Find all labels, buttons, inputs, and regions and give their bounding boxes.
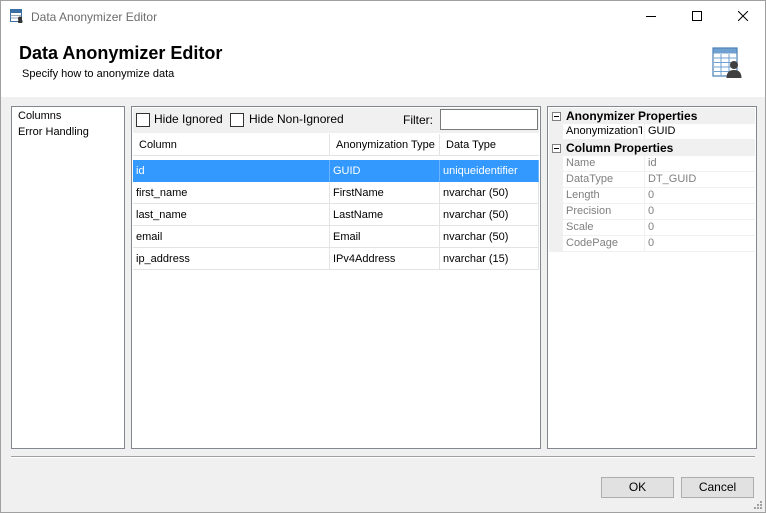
cell-data-type: nvarchar (50) [440,182,539,204]
column-header-data-type[interactable]: Data Type [440,134,539,156]
title-bar[interactable]: Data Anonymizer Editor [1,1,765,32]
nav-item-error-handling[interactable]: Error Handling [18,126,89,138]
property-row[interactable]: CodePage 0 [563,236,755,252]
cell-data-type: nvarchar (50) [440,226,539,248]
cell-data-type: uniqueidentifier [440,160,539,182]
close-button[interactable] [720,1,766,32]
cell-anonymization-type[interactable]: LastName [330,204,440,226]
category-label: Column Properties [566,141,674,155]
property-divider [644,236,645,251]
resize-grip-icon[interactable] [753,500,763,510]
property-row[interactable]: Precision 0 [563,204,755,220]
property-divider[interactable] [644,124,645,139]
cell-column[interactable]: last_name [133,204,330,226]
cell-data-type: nvarchar (50) [440,204,539,226]
property-divider [644,188,645,203]
app-icon [10,9,23,23]
hide-ignored-label[interactable]: Hide Ignored [154,112,223,126]
separator [11,456,755,458]
property-value: 0 [648,237,655,249]
cancel-button[interactable]: Cancel [681,477,754,498]
window-title: Data Anonymizer Editor [31,10,158,24]
grid-toolbar: Hide Ignored Hide Non-Ignored Filter: [133,108,539,133]
category-label: Anonymizer Properties [566,109,698,123]
column-header-column[interactable]: Column [133,134,330,156]
cell-column[interactable]: id [133,160,330,182]
cell-anonymization-type[interactable]: IPv4Address [330,248,440,270]
cell-anonymization-type[interactable]: Email [330,226,440,248]
property-name: CodePage [566,237,618,249]
filter-label: Filter: [403,113,433,127]
property-value: 0 [648,221,655,233]
property-grid-margin [549,108,563,252]
property-divider [644,156,645,171]
property-row[interactable]: Length 0 [563,188,755,204]
maximize-button[interactable] [674,1,720,32]
close-icon [738,11,748,21]
column-header-anonymization-type[interactable]: Anonymization Type [330,134,440,156]
property-name: AnonymizationTy [566,125,642,137]
page-subtitle: Specify how to anonymize data [22,68,175,80]
nav-item-columns[interactable]: Columns [18,110,61,122]
ok-button[interactable]: OK [601,477,674,498]
minimize-icon [646,16,656,17]
cell-data-type: nvarchar (15) [440,248,539,270]
property-value: 0 [648,205,655,217]
property-value: id [648,157,657,169]
property-value: 0 [648,189,655,201]
dialog-header: Data Anonymizer Editor Specify how to an… [1,32,765,97]
category-column-properties[interactable]: Column Properties [549,140,755,156]
property-value[interactable]: GUID [648,125,676,137]
property-row[interactable]: Name id [563,156,755,172]
property-row[interactable]: Scale 0 [563,220,755,236]
hide-non-ignored-checkbox[interactable] [230,113,244,127]
property-name: Precision [566,205,612,217]
cell-column[interactable]: ip_address [133,248,330,270]
cell-anonymization-type[interactable]: GUID [330,160,440,182]
collapse-icon[interactable] [552,144,561,153]
property-name: Length [566,189,600,201]
editor-window: Data Anonymizer Editor Data Anonymizer E… [0,0,766,513]
collapse-icon[interactable] [552,112,561,121]
columns-panel: Hide Ignored Hide Non-Ignored Filter: Co… [131,106,541,449]
maximize-icon [692,11,702,21]
category-anonymizer-properties[interactable]: Anonymizer Properties [549,108,755,124]
property-name: Scale [566,221,594,233]
property-name: DataType [566,173,614,185]
data-grid-user-icon [712,47,742,78]
filter-input[interactable] [440,109,538,130]
property-divider [644,204,645,219]
cell-column[interactable]: email [133,226,330,248]
navigation-list: Columns Error Handling [11,106,125,449]
property-divider [644,220,645,235]
cell-anonymization-type[interactable]: FirstName [330,182,440,204]
property-grid: Anonymizer Properties AnonymizationTy GU… [547,106,757,449]
property-name: Name [566,157,596,169]
minimize-button[interactable] [628,1,674,32]
property-row[interactable]: DataType DT_GUID [563,172,755,188]
property-divider [644,172,645,187]
hide-non-ignored-label[interactable]: Hide Non-Ignored [249,112,344,126]
hide-ignored-checkbox[interactable] [136,113,150,127]
page-title: Data Anonymizer Editor [19,43,223,63]
cell-column[interactable]: first_name [133,182,330,204]
property-value: DT_GUID [648,173,697,185]
property-row[interactable]: AnonymizationTy GUID [563,124,755,140]
